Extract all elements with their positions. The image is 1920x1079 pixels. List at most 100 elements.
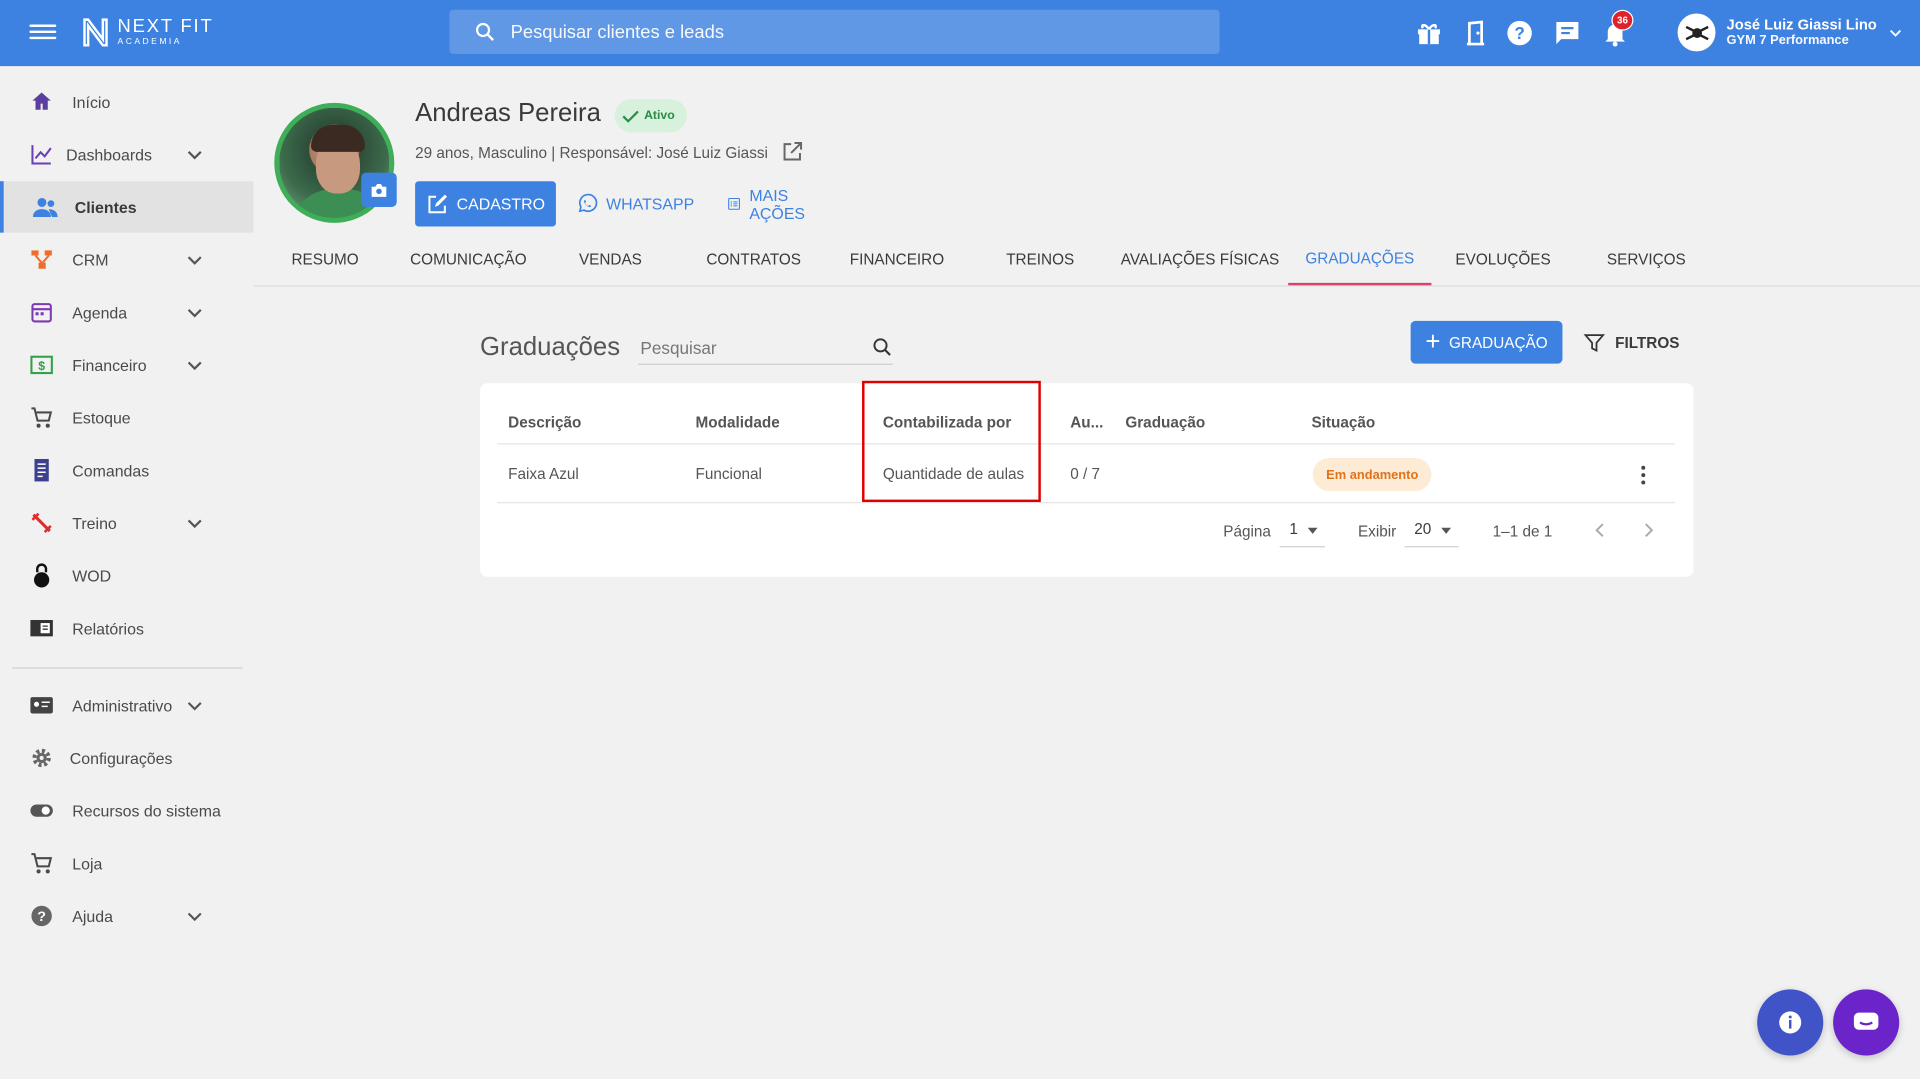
logo-mark-icon bbox=[83, 18, 108, 47]
sidebar-item-ajuda[interactable]: ? Ajuda bbox=[0, 890, 253, 941]
sidebar-item-label: Financeiro bbox=[72, 355, 147, 375]
graduacoes-table: Descrição Modalidade Contabilizada por A… bbox=[480, 383, 1694, 577]
tab-servicos[interactable]: SERVIÇOS bbox=[1575, 233, 1718, 286]
toggle-icon bbox=[28, 797, 55, 824]
sidebar-item-label: Relatórios bbox=[72, 618, 144, 638]
client-name: Andreas Pereira bbox=[415, 99, 601, 128]
logo[interactable]: NEXT FIT ACADEMIA bbox=[81, 16, 214, 48]
tab-avaliacoes-fisicas[interactable]: AVALIAÇÕES FÍSICAS bbox=[1116, 233, 1285, 286]
chevron-down-icon bbox=[187, 309, 202, 318]
column-header-descricao[interactable]: Descrição bbox=[508, 414, 581, 431]
sidebar-item-recursos[interactable]: Recursos do sistema bbox=[0, 785, 253, 836]
info-icon bbox=[1779, 1011, 1802, 1034]
user-name: José Luiz Giassi Lino bbox=[1726, 15, 1877, 34]
check-icon bbox=[622, 110, 639, 123]
chat-icon[interactable] bbox=[1553, 18, 1582, 47]
add-graduacao-button[interactable]: + GRADUAÇÃO bbox=[1410, 320, 1563, 364]
money-icon: $ bbox=[28, 351, 55, 378]
tab-comunicacao[interactable]: COMUNICAÇÃO bbox=[397, 233, 540, 286]
user-menu[interactable]: José Luiz Giassi Lino GYM 7 Performance bbox=[1677, 13, 1903, 52]
sidebar-item-dashboards[interactable]: Dashboards bbox=[0, 129, 253, 180]
filtros-button[interactable]: FILTROS bbox=[1583, 321, 1679, 364]
sidebar-item-wod[interactable]: WOD bbox=[0, 550, 253, 601]
sidebar-item-configuracoes[interactable]: Configurações bbox=[0, 732, 253, 783]
sidebar-divider bbox=[12, 667, 243, 669]
per-page-label: Exibir bbox=[1357, 522, 1397, 541]
column-header-aulas[interactable]: Au... bbox=[1070, 414, 1103, 431]
sidebar-item-label: Ajuda bbox=[72, 906, 113, 926]
info-button[interactable] bbox=[1757, 989, 1824, 1056]
tab-evolucoes[interactable]: EVOLUÇÕES bbox=[1431, 233, 1574, 286]
cart-icon bbox=[28, 850, 55, 877]
caret-down-icon bbox=[1441, 527, 1452, 534]
status-badge: Ativo bbox=[614, 99, 687, 133]
tab-contratos[interactable]: CONTRATOS bbox=[682, 233, 825, 286]
page-label: Página bbox=[1223, 522, 1271, 541]
tab-financeiro[interactable]: FINANCEIRO bbox=[825, 233, 968, 286]
whatsapp-button[interactable]: WHATSAPP bbox=[577, 181, 695, 226]
caret-down-icon bbox=[1307, 527, 1318, 534]
sidebar-item-label: Administrativo bbox=[72, 696, 173, 715]
logo-title: NEXT FIT bbox=[117, 15, 214, 37]
chevron-down-icon bbox=[187, 702, 202, 711]
whatsapp-label: WHATSAPP bbox=[606, 194, 695, 214]
sidebar-item-loja[interactable]: Loja bbox=[0, 838, 253, 889]
page-select[interactable]: 1 bbox=[1279, 513, 1325, 548]
mais-acoes-button[interactable]: MAIS AÇÕES bbox=[727, 181, 812, 226]
sidebar-item-label: Agenda bbox=[72, 303, 128, 322]
tab-graduacoes[interactable]: GRADUAÇÕES bbox=[1288, 233, 1432, 286]
sidebar-item-administrativo[interactable]: Administrativo bbox=[0, 680, 253, 731]
cell-aulas: 0 / 7 bbox=[1070, 465, 1101, 483]
sidebar-item-label: Estoque bbox=[72, 408, 131, 427]
sidebar-item-estoque[interactable]: Estoque bbox=[0, 392, 253, 443]
gear-icon bbox=[28, 744, 55, 771]
camera-button[interactable] bbox=[361, 172, 397, 207]
status-label: Ativo bbox=[644, 108, 675, 123]
chevron-right-icon[interactable] bbox=[1640, 522, 1657, 539]
sidebar-item-clientes[interactable]: Clientes bbox=[0, 181, 254, 233]
tab-vendas[interactable]: VENDAS bbox=[539, 233, 682, 286]
sidebar-item-inicio[interactable]: Início bbox=[0, 76, 253, 127]
column-header-modalidade[interactable]: Modalidade bbox=[696, 414, 780, 431]
sidebar-item-comandas[interactable]: Comandas bbox=[0, 444, 253, 495]
cadastro-button[interactable]: CADASTRO bbox=[415, 181, 556, 227]
home-icon bbox=[28, 88, 55, 115]
chevron-down-icon bbox=[187, 519, 202, 529]
help-icon[interactable]: ? bbox=[1505, 18, 1534, 47]
chevron-down-icon bbox=[187, 151, 202, 160]
edit-icon bbox=[428, 193, 447, 213]
sidebar-item-label: Loja bbox=[72, 854, 103, 873]
sidebar-item-label: Comandas bbox=[72, 461, 150, 480]
graduacoes-search-input[interactable]: Pesquisar bbox=[637, 331, 893, 365]
search-icon bbox=[475, 22, 495, 41]
tab-treinos[interactable]: TREINOS bbox=[969, 233, 1112, 286]
sidebar-item-financeiro[interactable]: $ Financeiro bbox=[0, 339, 253, 390]
sidebar-item-relatorios[interactable]: Relatórios bbox=[0, 602, 253, 653]
tab-resumo[interactable]: RESUMO bbox=[253, 233, 396, 286]
kettlebell-icon bbox=[28, 562, 55, 589]
cart-icon bbox=[28, 404, 55, 431]
chevron-left-icon[interactable] bbox=[1592, 522, 1609, 539]
row-divider bbox=[497, 502, 1676, 504]
column-header-contabilizada[interactable]: Contabilizada por bbox=[883, 414, 1011, 431]
sidebar-item-label: Recursos do sistema bbox=[72, 801, 221, 820]
cell-contabilizada: Quantidade de aulas bbox=[882, 465, 1025, 483]
sidebar-item-agenda[interactable]: Agenda bbox=[0, 287, 253, 338]
external-link-icon[interactable] bbox=[781, 141, 803, 163]
sidebar-item-label: Clientes bbox=[74, 197, 137, 217]
sidebar-item-label: CRM bbox=[72, 250, 109, 269]
menu-icon[interactable] bbox=[29, 21, 57, 45]
door-icon[interactable] bbox=[1461, 18, 1490, 47]
column-header-situacao[interactable]: Situação bbox=[1311, 414, 1375, 431]
column-header-graduacao[interactable]: Graduação bbox=[1125, 414, 1205, 431]
global-search-input[interactable]: Pesquisar clientes e leads bbox=[449, 9, 1220, 54]
people-icon bbox=[32, 193, 59, 220]
sidebar-item-crm[interactable]: CRM bbox=[0, 234, 253, 285]
gift-icon[interactable] bbox=[1414, 18, 1443, 47]
sidebar-item-treino[interactable]: Treino bbox=[0, 497, 253, 548]
chart-line-icon bbox=[28, 141, 55, 168]
chat-widget-button[interactable] bbox=[1833, 989, 1900, 1056]
more-vert-icon[interactable] bbox=[1636, 464, 1651, 486]
per-page-select[interactable]: 20 bbox=[1404, 513, 1459, 548]
header-divider bbox=[497, 443, 1676, 445]
